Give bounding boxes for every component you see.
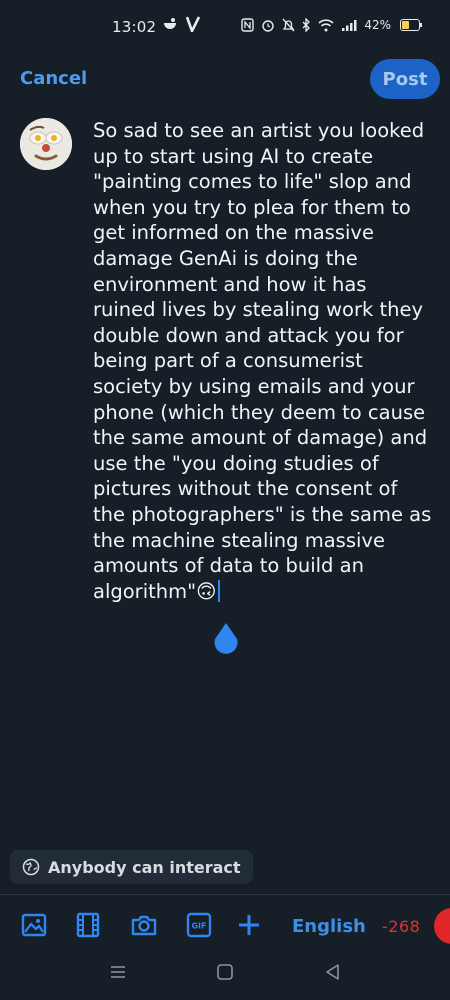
interaction-settings-button[interactable]: Anybody can interact [10, 850, 253, 884]
compose-header: Cancel Post [0, 58, 450, 102]
camera-icon[interactable] [130, 911, 158, 939]
gif-icon[interactable]: GIF [185, 911, 213, 939]
battery-icon [400, 19, 422, 31]
plus-icon[interactable] [235, 911, 263, 939]
v-app-icon [186, 16, 200, 32]
bluetooth-icon [302, 18, 311, 32]
mute-icon [282, 18, 295, 32]
status-time: 13:02 [112, 18, 157, 36]
cancel-button[interactable]: Cancel [20, 68, 87, 89]
post-button[interactable]: Post [370, 59, 440, 99]
text-cursor [218, 579, 221, 602]
wifi-icon [318, 18, 334, 31]
signal-icon [342, 19, 357, 31]
caret-handle[interactable] [213, 623, 239, 657]
nfc-icon [241, 18, 255, 32]
character-count: -268 [382, 917, 421, 936]
status-bar: 13:02 42% [0, 0, 450, 56]
globe-icon [22, 858, 40, 876]
video-icon[interactable] [74, 911, 102, 939]
notification-app-icon [164, 18, 176, 29]
avatar-image [20, 118, 72, 170]
menu-icon[interactable] [108, 962, 128, 982]
battery-percent: 42% [364, 18, 391, 32]
image-icon[interactable] [20, 911, 48, 939]
post-text-area[interactable]: So sad to see an artist you looked up to… [93, 118, 433, 604]
character-limit-indicator [434, 908, 450, 944]
back-icon[interactable] [323, 962, 343, 982]
svg-text:GIF: GIF [191, 922, 206, 931]
system-nav-bar [0, 952, 450, 992]
status-notification-icons [162, 16, 200, 32]
status-system-icons: 42% [241, 18, 422, 32]
alarm-icon [262, 20, 275, 32]
toolbar-divider [0, 894, 450, 895]
home-icon[interactable] [215, 962, 235, 982]
interaction-settings-label: Anybody can interact [48, 857, 241, 877]
compose-toolbar: GIF English -268 [0, 905, 450, 949]
post-text: So sad to see an artist you looked up to… [93, 119, 432, 603]
language-selector[interactable]: English [292, 916, 366, 937]
avatar[interactable] [20, 118, 72, 170]
